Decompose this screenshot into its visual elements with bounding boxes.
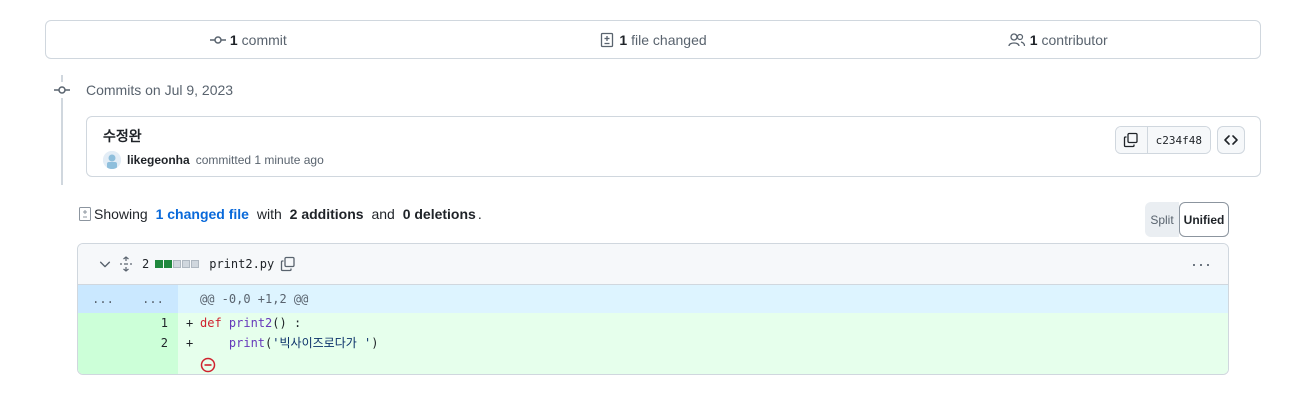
commits-label: commit [241, 31, 287, 48]
old-line-number [78, 353, 128, 374]
summary-prefix: Showing [94, 206, 148, 222]
commit-actions: c234f48 [1114, 126, 1245, 154]
code-function: print2 [228, 316, 273, 330]
no-newline-marker [178, 353, 216, 374]
changed-files-link[interactable]: 1 changed file [156, 206, 249, 222]
hunk-old-marker[interactable]: ... [78, 285, 128, 313]
hunk-header: @@ -0,0 +1,2 @@ [200, 292, 309, 306]
hunk-header-row: ... ... @@ -0,0 +1,2 @@ [78, 285, 1228, 313]
copy-icon [1123, 132, 1138, 148]
commit-sha-link[interactable]: c234f48 [1147, 127, 1210, 153]
old-line-number [78, 333, 128, 353]
commit-item: 수정완 likegeonha committed 1 minute ago c2… [86, 116, 1261, 177]
expand-icon[interactable] [118, 256, 134, 272]
commits-date-heading: Commits on Jul 9, 2023 [86, 82, 234, 98]
commits-count: 1 [229, 31, 238, 48]
code-icon [1224, 135, 1238, 145]
stat-contributors[interactable]: 1 contributor [855, 32, 1260, 48]
additions-count: 2 additions [289, 206, 364, 222]
diff-view-toggle: Split Unified [1145, 202, 1229, 237]
code-line: + print('빅사이즈로다가 ') [178, 333, 378, 353]
summary-and: and [371, 206, 395, 222]
code-string: '빅사이즈로다가 ' [272, 336, 372, 350]
stat-commits[interactable]: 1 commit [46, 32, 451, 48]
commit-action: committed 1 minute ago [195, 153, 324, 167]
summary-period: . [477, 206, 482, 222]
diffstat-neutral-block [191, 260, 200, 268]
avatar[interactable] [103, 151, 121, 169]
commit-meta: likegeonha committed 1 minute ago [103, 151, 324, 169]
new-line-number[interactable]: 2 [128, 333, 178, 353]
diff-line: 1 + def print2() : [78, 313, 1228, 333]
copy-sha-button[interactable] [1115, 127, 1148, 153]
avatar-identicon [103, 151, 121, 169]
code-keyword: def [200, 316, 222, 330]
diffstat-add-block [155, 260, 164, 268]
code-function: print [228, 336, 266, 350]
file-header: 2 print2.py ··· [78, 244, 1228, 285]
split-view-button[interactable]: Split [1145, 202, 1179, 237]
file-diff-icon [601, 32, 614, 47]
new-line-number [128, 353, 178, 374]
code-rest: () : [272, 316, 302, 330]
no-newline-row [78, 353, 1228, 374]
diff-sign: + [186, 336, 194, 350]
unified-view-button[interactable]: Unified [1179, 202, 1229, 237]
chevron-down-icon[interactable] [98, 257, 112, 271]
diffstat-neutral-block [173, 260, 182, 268]
file-name[interactable]: print2.py [209, 257, 274, 271]
browse-repo-button[interactable] [1217, 126, 1245, 154]
diff-line: 2 + print('빅사이즈로다가 ') [78, 333, 1228, 353]
pr-stats-bar: 1 commit 1 file changed 1 contributor [45, 20, 1261, 59]
diffstat-add-block [164, 260, 173, 268]
no-entry-icon [200, 357, 216, 373]
diff-summary: Showing 1 changed file with 2 additions … [78, 206, 482, 222]
commit-icon [209, 35, 226, 44]
old-line-number [78, 313, 128, 333]
file-changes-count: 2 [142, 257, 150, 271]
kebab-icon[interactable]: ··· [1191, 254, 1212, 275]
timeline-node [53, 82, 71, 98]
code-line: + def print2() : [178, 313, 301, 333]
contributors-count: 1 [1029, 31, 1038, 48]
files-label: file changed [631, 31, 707, 48]
commit-author[interactable]: likegeonha [127, 153, 190, 167]
hunk-new-marker[interactable]: ... [128, 285, 178, 313]
diffstat-neutral-block [182, 260, 191, 268]
files-count: 1 [619, 31, 628, 48]
sha-button-group: c234f48 [1114, 126, 1211, 154]
stat-files[interactable]: 1 file changed [451, 32, 856, 48]
file-diff-icon [79, 207, 91, 221]
diff-sign: + [186, 316, 194, 330]
code-close-paren: ) [371, 336, 379, 350]
commit-icon [54, 86, 70, 94]
diffstat-bar [155, 260, 200, 268]
commit-title[interactable]: 수정완 [103, 126, 142, 146]
summary-with: with [256, 206, 282, 222]
copy-icon[interactable] [280, 256, 296, 272]
new-line-number[interactable]: 1 [128, 313, 178, 333]
file-diff: 2 print2.py ··· ... ... @@ -0,0 +1,2 @@ … [77, 243, 1229, 375]
contributors-label: contributor [1041, 31, 1108, 48]
deletions-count: 0 deletions [402, 206, 476, 222]
people-icon [1008, 32, 1025, 46]
